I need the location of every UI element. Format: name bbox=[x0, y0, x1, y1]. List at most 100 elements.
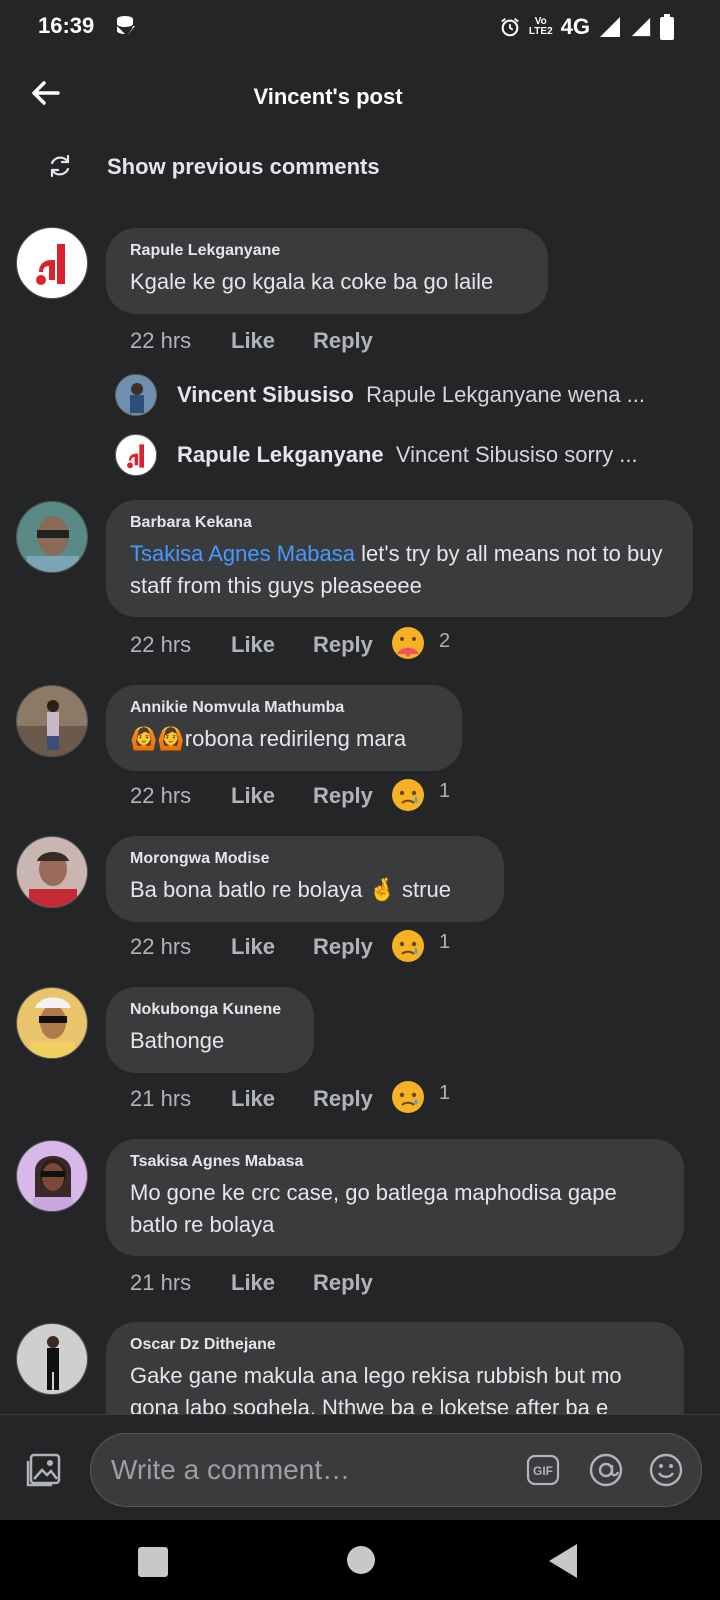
mention-icon[interactable] bbox=[588, 1452, 624, 1488]
comment-text: Kgale ke go kgala ka coke ba go laile bbox=[130, 269, 494, 294]
reply-snippet: Vincent Sibusiso sorry ... bbox=[395, 442, 638, 467]
comment-time: 21 hrs bbox=[130, 1270, 192, 1295]
network-type: 4G bbox=[560, 14, 590, 39]
comment-text: Tsakisa Agnes Mabasa let's try by all me… bbox=[130, 538, 669, 602]
mention-link[interactable]: Tsakisa Agnes Mabasa bbox=[130, 541, 355, 566]
like-button[interactable]: Like bbox=[231, 783, 275, 809]
reply-preview[interactable]: Vincent Sibusiso Rapule Lekganyane wena … bbox=[115, 374, 715, 418]
sad-reaction-icon[interactable] bbox=[391, 778, 425, 812]
comment-bubble[interactable]: Tsakisa Agnes Mabasa Mo gone ke crc case… bbox=[106, 1139, 684, 1256]
reply-button[interactable]: Reply bbox=[313, 1086, 373, 1112]
reply-button[interactable]: Reply bbox=[313, 328, 373, 354]
comment-body-end: strue bbox=[395, 877, 451, 902]
comment-time: 22 hrs bbox=[130, 934, 192, 959]
like-button[interactable]: Like bbox=[231, 1270, 275, 1296]
avatar bbox=[115, 374, 157, 416]
comment-body: robona redirileng mara bbox=[184, 726, 407, 751]
avatar[interactable] bbox=[16, 501, 88, 573]
photo-icon[interactable] bbox=[24, 1451, 64, 1491]
status-bar: 16:39 Vo LTE2 4G bbox=[0, 0, 720, 52]
alarm-icon bbox=[501, 18, 519, 37]
sad-reaction-icon[interactable] bbox=[391, 1080, 425, 1114]
comment-actions: 22 hrs Like Reply bbox=[130, 934, 530, 964]
comment-bubble[interactable]: Barbara Kekana Tsakisa Agnes Mabasa let'… bbox=[106, 500, 693, 617]
avatar[interactable] bbox=[16, 987, 88, 1059]
comment-emoji: 🤞 bbox=[368, 877, 396, 902]
comment-time: 21 hrs bbox=[130, 1086, 192, 1111]
comment-bubble[interactable]: Rapule Lekganyane Kgale ke go kgala ka c… bbox=[106, 228, 548, 314]
like-button[interactable]: Like bbox=[231, 1086, 275, 1112]
avatar[interactable] bbox=[16, 685, 88, 757]
reply-button[interactable]: Reply bbox=[313, 1270, 373, 1296]
sad-reaction-icon[interactable] bbox=[391, 929, 425, 963]
comment-bubble[interactable]: Nokubonga Kunene Bathonge bbox=[106, 987, 314, 1073]
comment-text: Gake gane makula ana lego rekisa rubbish… bbox=[130, 1363, 622, 1414]
status-icons: Vo LTE2 4G bbox=[499, 13, 674, 41]
comment-time: 22 hrs bbox=[130, 632, 192, 657]
avatar[interactable] bbox=[16, 1140, 88, 1212]
like-button[interactable]: Like bbox=[231, 328, 275, 354]
reply-button[interactable]: Reply bbox=[313, 783, 373, 809]
back-button[interactable] bbox=[549, 1544, 577, 1578]
show-previous-label: Show previous comments bbox=[107, 154, 380, 179]
comment-author[interactable]: Nokubonga Kunene bbox=[130, 1001, 290, 1019]
app-header: Vincent's post bbox=[0, 52, 720, 138]
comment-text: Mo gone ke crc case, go batlega maphodis… bbox=[130, 1180, 617, 1237]
reaction-count: 1 bbox=[439, 780, 451, 802]
comment-author[interactable]: Morongwa Modise bbox=[130, 850, 480, 868]
comment-time: 22 hrs bbox=[130, 328, 192, 353]
like-button[interactable]: Like bbox=[231, 934, 275, 960]
comment-actions: 21 hrs Like Reply bbox=[130, 1086, 530, 1116]
like-button[interactable]: Like bbox=[231, 632, 275, 658]
avatar[interactable] bbox=[16, 836, 88, 908]
comment-placeholder: Write a comment… bbox=[111, 1454, 351, 1485]
signal-2-icon bbox=[631, 17, 651, 37]
svg-text:GIF: GIF bbox=[533, 1464, 553, 1478]
page-title: Vincent's post bbox=[253, 84, 403, 109]
battery-icon bbox=[660, 14, 674, 40]
comment-text: Ba bona batlo re bolaya 🤞 strue bbox=[130, 874, 480, 906]
home-button[interactable] bbox=[347, 1546, 375, 1574]
comment-body: Ba bona batlo re bolaya bbox=[130, 877, 363, 902]
comment-emoji: 🙆🙆 bbox=[130, 726, 185, 751]
reply-text: Rapule Lekganyane Vincent Sibusiso sorry… bbox=[177, 442, 638, 468]
avatar[interactable] bbox=[16, 227, 88, 299]
show-previous-comments[interactable]: Show previous comments bbox=[0, 148, 720, 188]
comment-input[interactable]: Write a comment… GIF bbox=[90, 1433, 702, 1507]
comment-actions: 22 hrs Like Reply bbox=[130, 783, 530, 813]
emoji-icon[interactable] bbox=[648, 1452, 684, 1488]
reaction-count: 2 bbox=[439, 630, 451, 652]
system-navbar bbox=[0, 1520, 720, 1600]
reply-snippet: Rapule Lekganyane wena ... bbox=[366, 382, 645, 407]
reply-author: Vincent Sibusiso bbox=[177, 382, 354, 407]
comment-bubble[interactable]: Morongwa Modise Ba bona batlo re bolaya … bbox=[106, 836, 504, 922]
data-saver-icon bbox=[117, 16, 135, 36]
refresh-icon bbox=[50, 154, 70, 178]
comment-actions: 22 hrs Like Reply bbox=[130, 328, 430, 358]
reply-button[interactable]: Reply bbox=[313, 934, 373, 960]
comment-bubble[interactable]: Annikie Nomvula Mathumba 🙆🙆robona rediri… bbox=[106, 685, 462, 771]
comment-author[interactable]: Rapule Lekganyane bbox=[130, 242, 524, 260]
comment-actions: 21 hrs Like Reply bbox=[130, 1270, 530, 1300]
reaction-count: 1 bbox=[439, 1082, 451, 1104]
volte-icon: Vo LTE2 bbox=[528, 16, 553, 37]
reply-button[interactable]: Reply bbox=[313, 632, 373, 658]
avatar bbox=[115, 434, 157, 476]
status-time: 16:39 bbox=[38, 13, 95, 38]
comment-bubble[interactable]: Oscar Dz Dithejane Gake gane makula ana … bbox=[106, 1322, 684, 1414]
comment-text: Bathonge bbox=[130, 1028, 225, 1053]
reply-preview[interactable]: Rapule Lekganyane Vincent Sibusiso sorry… bbox=[115, 434, 715, 478]
gif-icon[interactable]: GIF bbox=[526, 1454, 560, 1486]
comment-author[interactable]: Annikie Nomvula Mathumba bbox=[130, 699, 438, 717]
reply-text: Vincent Sibusiso Rapule Lekganyane wena … bbox=[177, 382, 645, 408]
comment-author[interactable]: Barbara Kekana bbox=[130, 514, 669, 532]
reply-author: Rapule Lekganyane bbox=[177, 442, 384, 467]
comment-actions: 22 hrs Like Reply bbox=[130, 632, 530, 662]
reaction-count: 1 bbox=[439, 931, 451, 953]
comment-time: 22 hrs bbox=[130, 783, 192, 808]
comment-author[interactable]: Tsakisa Agnes Mabasa bbox=[130, 1153, 660, 1171]
signal-1-icon bbox=[600, 17, 620, 37]
care-reaction-icon[interactable] bbox=[391, 626, 425, 660]
comment-author[interactable]: Oscar Dz Dithejane bbox=[130, 1336, 660, 1354]
recents-button[interactable] bbox=[138, 1547, 168, 1577]
